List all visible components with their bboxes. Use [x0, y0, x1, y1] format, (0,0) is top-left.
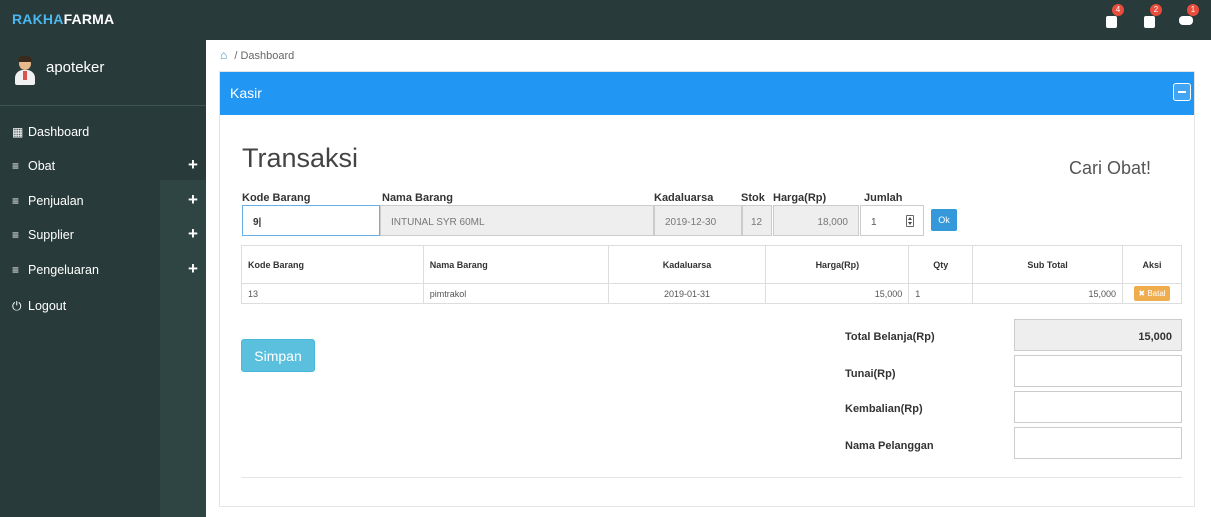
- username: apoteker: [46, 59, 105, 76]
- sidebar-item-obat[interactable]: ≡ Obat +: [0, 150, 206, 184]
- calendar-icon: [1143, 16, 1155, 28]
- batal-button[interactable]: ✖ Batal: [1134, 286, 1170, 301]
- table-row: 13 pimtrakol 2019-01-31 15,000 1 15,000 …: [241, 283, 1182, 304]
- column-header: Kode Barang: [241, 245, 424, 284]
- cell-nama: pimtrakol: [422, 283, 609, 304]
- home-icon[interactable]: ⌂: [220, 48, 227, 62]
- nama-pelanggan-input[interactable]: [1014, 427, 1182, 459]
- sidebar-item-supplier[interactable]: ≡ Supplier +: [0, 219, 206, 253]
- top-navbar: RAKHAFARMA 4 2 1: [0, 0, 1211, 40]
- kadaluarsa-label: Kadaluarsa: [654, 192, 714, 204]
- menu-bars-icon: ≡: [12, 159, 20, 173]
- ok-button[interactable]: Ok: [931, 209, 957, 231]
- menu-bars-icon: ≡: [12, 194, 20, 208]
- column-header: Nama Barang: [422, 245, 609, 284]
- expand-plus-icon[interactable]: +: [188, 259, 198, 279]
- column-header: Qty: [908, 245, 974, 284]
- cell-aksi: ✖ Batal: [1122, 283, 1182, 304]
- kasir-panel: Kasir Transaksi Cari Obat! Kode Barang N…: [219, 71, 1195, 507]
- divider: [241, 477, 1182, 478]
- column-header: Aksi: [1122, 245, 1182, 284]
- cart-table: Kode Barang Nama Barang Kadaluarsa Harga…: [241, 245, 1182, 304]
- page-title: Transaksi: [242, 143, 359, 173]
- sidebar-item-label: Logout: [28, 299, 67, 313]
- power-icon: ⏻: [12, 299, 22, 313]
- quantity-stepper[interactable]: [906, 215, 914, 227]
- column-header: Kadaluarsa: [607, 245, 767, 284]
- expand-plus-icon[interactable]: +: [188, 224, 198, 244]
- sidebar-item-penjualan[interactable]: ≡ Penjualan +: [0, 185, 206, 219]
- expand-plus-icon[interactable]: +: [188, 155, 198, 175]
- jumlah-label: Jumlah: [864, 192, 903, 204]
- binoculars-notification-icon[interactable]: 1: [1175, 4, 1199, 34]
- medicine-icon: [1105, 16, 1117, 28]
- breadcrumb: ⌂ / Dashboard: [220, 48, 294, 62]
- nama-label: Nama Barang: [382, 192, 453, 204]
- brand-logo[interactable]: RAKHAFARMA: [12, 11, 114, 27]
- kadaluarsa-field: 2019-12-30: [654, 205, 742, 236]
- binoculars-icon: [1179, 16, 1193, 25]
- cell-subtotal: 15,000: [972, 283, 1123, 304]
- kembalian-label: Kembalian(Rp): [845, 403, 923, 415]
- kode-label: Kode Barang: [242, 192, 311, 204]
- sidebar-item-label: Pengeluaran: [28, 263, 99, 277]
- panel-title: Kasir: [230, 85, 262, 101]
- notification-badge: 2: [1150, 4, 1162, 16]
- table-header-row: Kode Barang Nama Barang Kadaluarsa Harga…: [241, 245, 1182, 284]
- kode-barang-input[interactable]: 9|: [242, 205, 380, 236]
- user-panel: apoteker: [0, 40, 206, 106]
- search-medicine-link[interactable]: Cari Obat!: [1069, 158, 1151, 179]
- expand-plus-icon[interactable]: +: [188, 190, 198, 210]
- brand-part-1: RAKHA: [12, 11, 64, 27]
- sidebar-item-label: Dashboard: [28, 125, 90, 139]
- cell-qty: 1: [908, 283, 974, 304]
- stok-field: 12: [742, 205, 772, 236]
- sidebar: apoteker ▦ Dashboard ≡ Obat + ≡ Penjuala…: [0, 40, 206, 517]
- collapse-button[interactable]: [1173, 83, 1191, 101]
- panel-header: Kasir: [220, 72, 1194, 115]
- sidebar-item-dashboard[interactable]: ▦ Dashboard: [0, 116, 206, 150]
- medicine-notification-icon[interactable]: 4: [1100, 4, 1124, 34]
- column-header: Harga(Rp): [765, 245, 910, 284]
- pelanggan-label: Nama Pelanggan: [845, 440, 934, 452]
- sidebar-item-label: Supplier: [28, 228, 74, 242]
- dashboard-icon: ▦: [12, 125, 24, 139]
- harga-label: Harga(Rp): [773, 192, 827, 204]
- sidebar-item-pengeluaran[interactable]: ≡ Pengeluaran +: [0, 254, 206, 288]
- avatar: [14, 56, 36, 87]
- sidebar-item-logout[interactable]: ⏻ Logout: [0, 290, 206, 324]
- column-header: Sub Total: [972, 245, 1123, 284]
- nama-barang-field: INTUNAL SYR 60ML: [380, 205, 654, 236]
- menu-bars-icon: ≡: [12, 228, 20, 242]
- cell-harga: 15,000: [765, 283, 910, 304]
- kembalian-field[interactable]: [1014, 391, 1182, 423]
- brand-part-2: FARMA: [63, 11, 115, 27]
- stok-label: Stok: [741, 192, 765, 204]
- simpan-button[interactable]: Simpan: [241, 339, 315, 372]
- jumlah-input[interactable]: 1: [860, 205, 924, 236]
- tunai-label: Tunai(Rp): [845, 368, 896, 380]
- notification-badge: 1: [1187, 4, 1199, 16]
- minus-icon: [1178, 91, 1186, 93]
- calendar-notification-icon[interactable]: 2: [1138, 4, 1162, 34]
- notification-badge: 4: [1112, 4, 1124, 16]
- breadcrumb-current: Dashboard: [240, 50, 295, 62]
- menu-bars-icon: ≡: [12, 263, 20, 277]
- cell-kode: 13: [241, 283, 424, 304]
- sidebar-item-label: Penjualan: [28, 194, 84, 208]
- breadcrumb-separator: /: [234, 50, 238, 62]
- total-label: Total Belanja(Rp): [845, 331, 935, 343]
- sidebar-item-label: Obat: [28, 159, 56, 173]
- harga-field: 18,000: [773, 205, 859, 236]
- cell-kadaluarsa: 2019-01-31: [607, 283, 767, 304]
- tunai-input[interactable]: [1014, 355, 1182, 387]
- total-belanja-field: 15,000: [1014, 319, 1182, 351]
